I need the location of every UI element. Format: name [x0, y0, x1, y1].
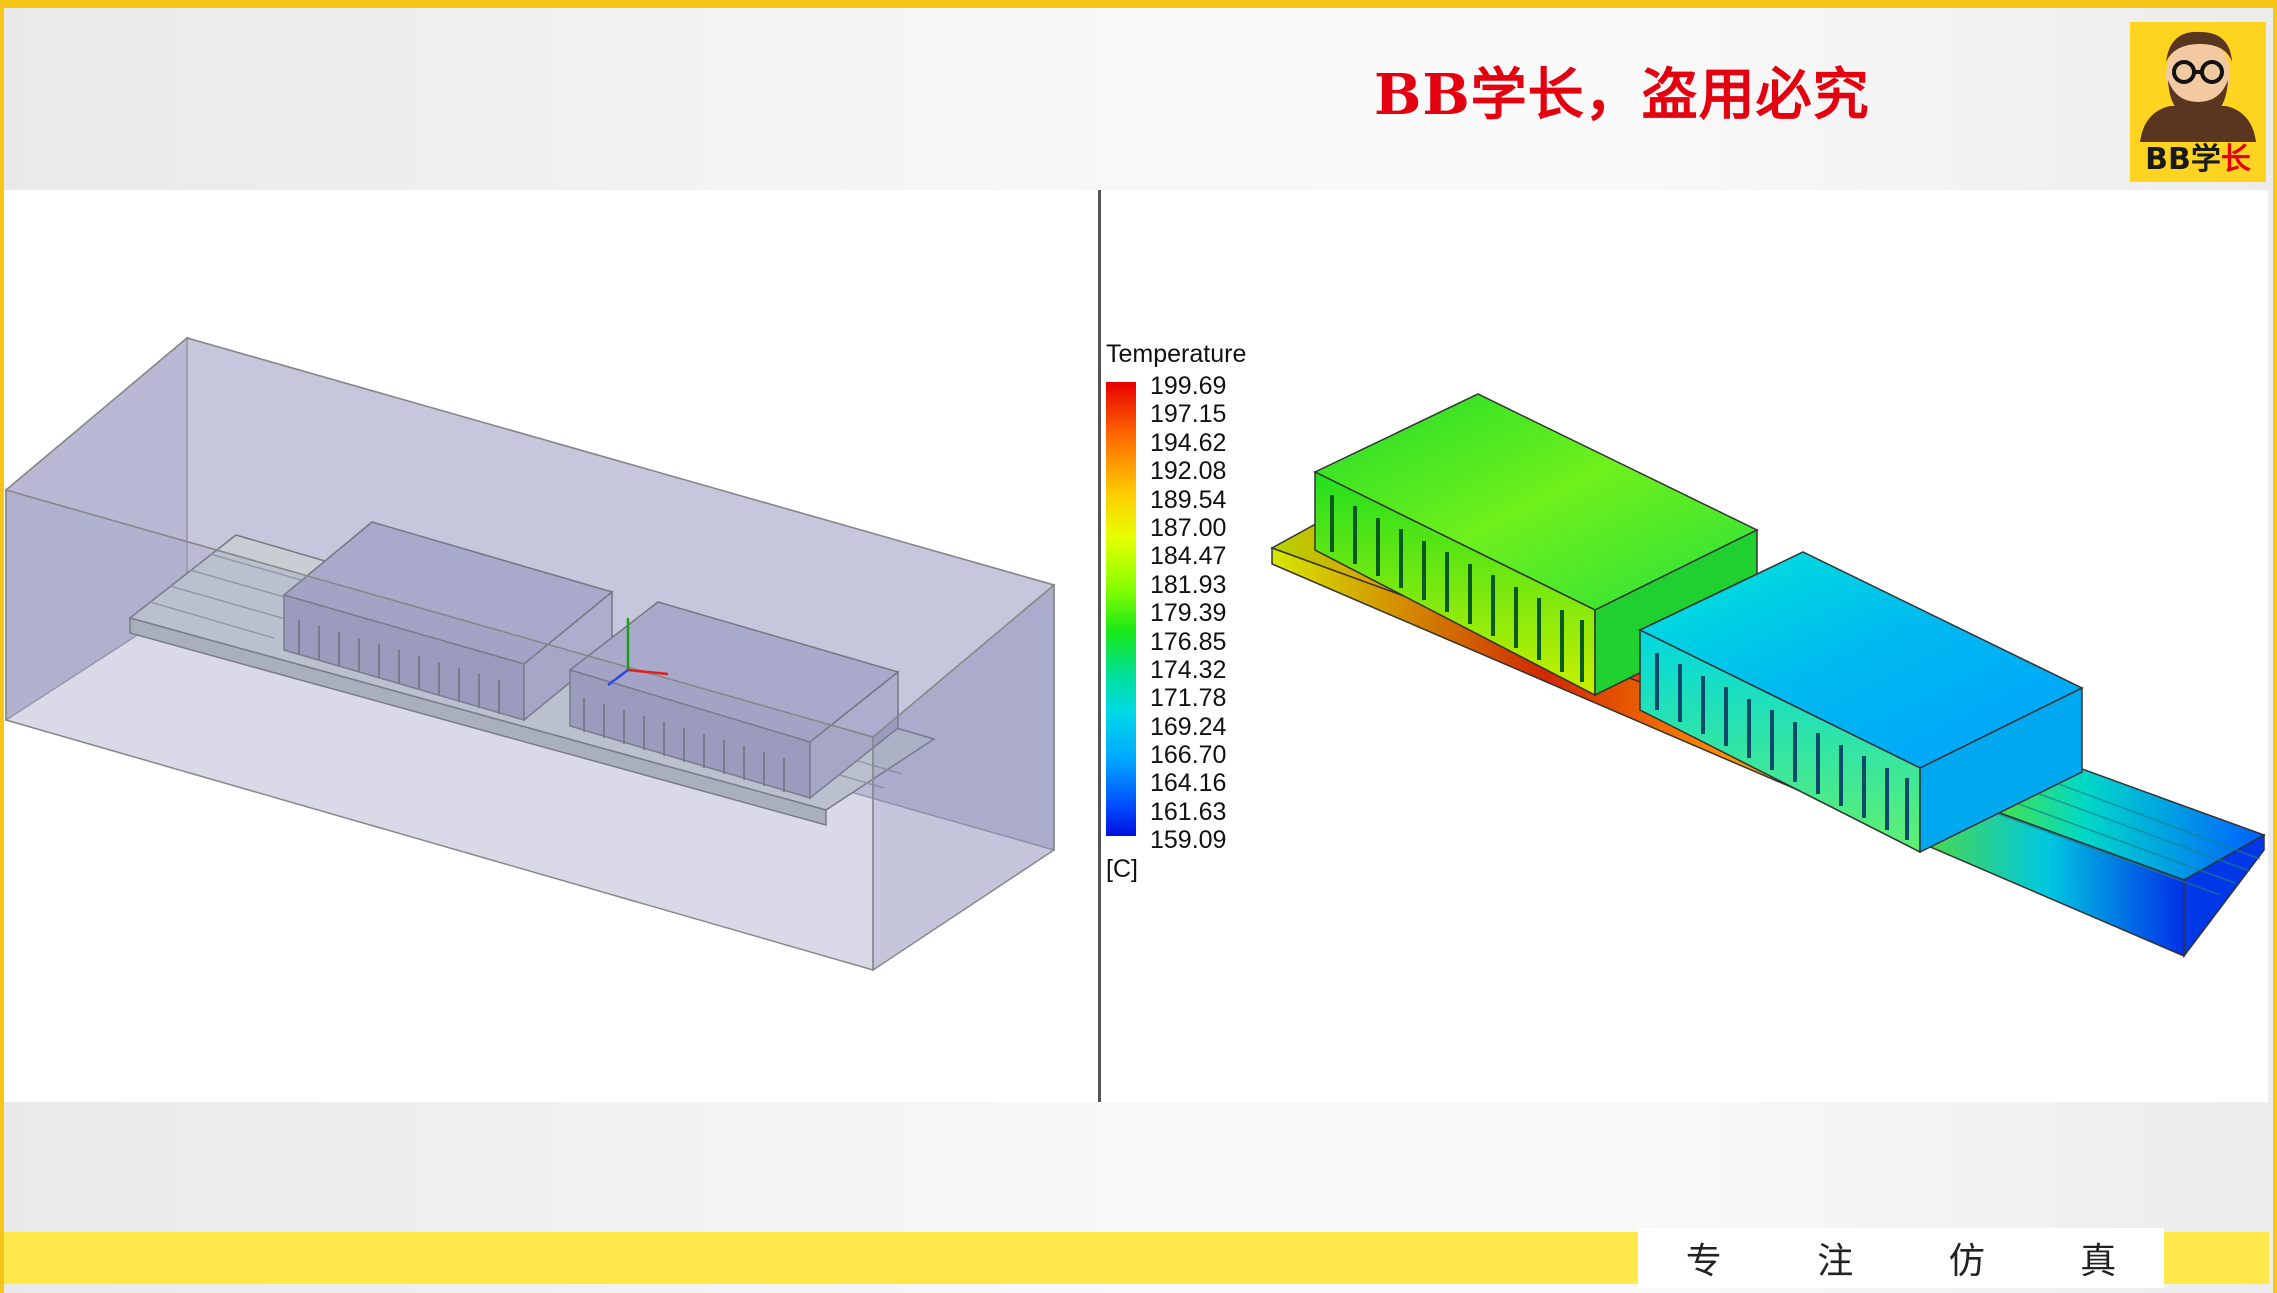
legend-value: 179.39: [1150, 599, 1227, 628]
motto-char: 注: [1817, 1241, 1854, 1282]
legend-unit: [C]: [1106, 855, 1138, 883]
legend-value: 174.32: [1150, 655, 1227, 684]
motto: 专 注 仿 真: [1638, 1228, 2164, 1288]
legend-title: Temperature: [1106, 340, 1247, 368]
legend-value: 187.00: [1150, 513, 1227, 542]
legend-value: 189.54: [1150, 485, 1227, 514]
legend-value: 194.62: [1150, 428, 1227, 457]
motto-char: 专: [1685, 1241, 1722, 1282]
frame-top: [0, 0, 2277, 8]
brand-logo: BB学长: [2130, 22, 2266, 182]
legend-value: 176.85: [1150, 627, 1227, 656]
temperature-contour-view: [1270, 393, 2266, 959]
legend-value: 171.78: [1150, 684, 1227, 713]
legend-labels: 199.69 197.15 194.62 192.08 189.54 187.0…: [1150, 372, 1226, 855]
motto-char: 仿: [1948, 1241, 1985, 1282]
enclosure-geometry-view: [4, 336, 1056, 972]
legend-value: 181.93: [1150, 570, 1227, 599]
frame-right: [2273, 0, 2277, 1293]
legend-value: 161.63: [1150, 797, 1227, 826]
legend-value: 197.15: [1150, 400, 1227, 429]
logo-text: BB学长: [2145, 142, 2251, 177]
legend-value: 192.08: [1150, 457, 1227, 486]
legend-value: 159.09: [1150, 826, 1227, 855]
legend-value: 199.69: [1150, 372, 1227, 400]
panel-divider: [1098, 190, 1101, 1102]
avatar-icon: [2140, 31, 2256, 142]
legend-color-bar: [1106, 382, 1136, 836]
motto-box: 专 注 仿 真: [1638, 1228, 2164, 1288]
legend-value: 166.70: [1150, 741, 1227, 770]
motto-char: 真: [2080, 1241, 2117, 1282]
watermark-banner: BB学长，盗用必究: [1374, 62, 1870, 128]
legend-value: 184.47: [1150, 542, 1227, 571]
legend-value: 164.16: [1150, 769, 1227, 798]
legend-value: 169.24: [1150, 712, 1227, 741]
